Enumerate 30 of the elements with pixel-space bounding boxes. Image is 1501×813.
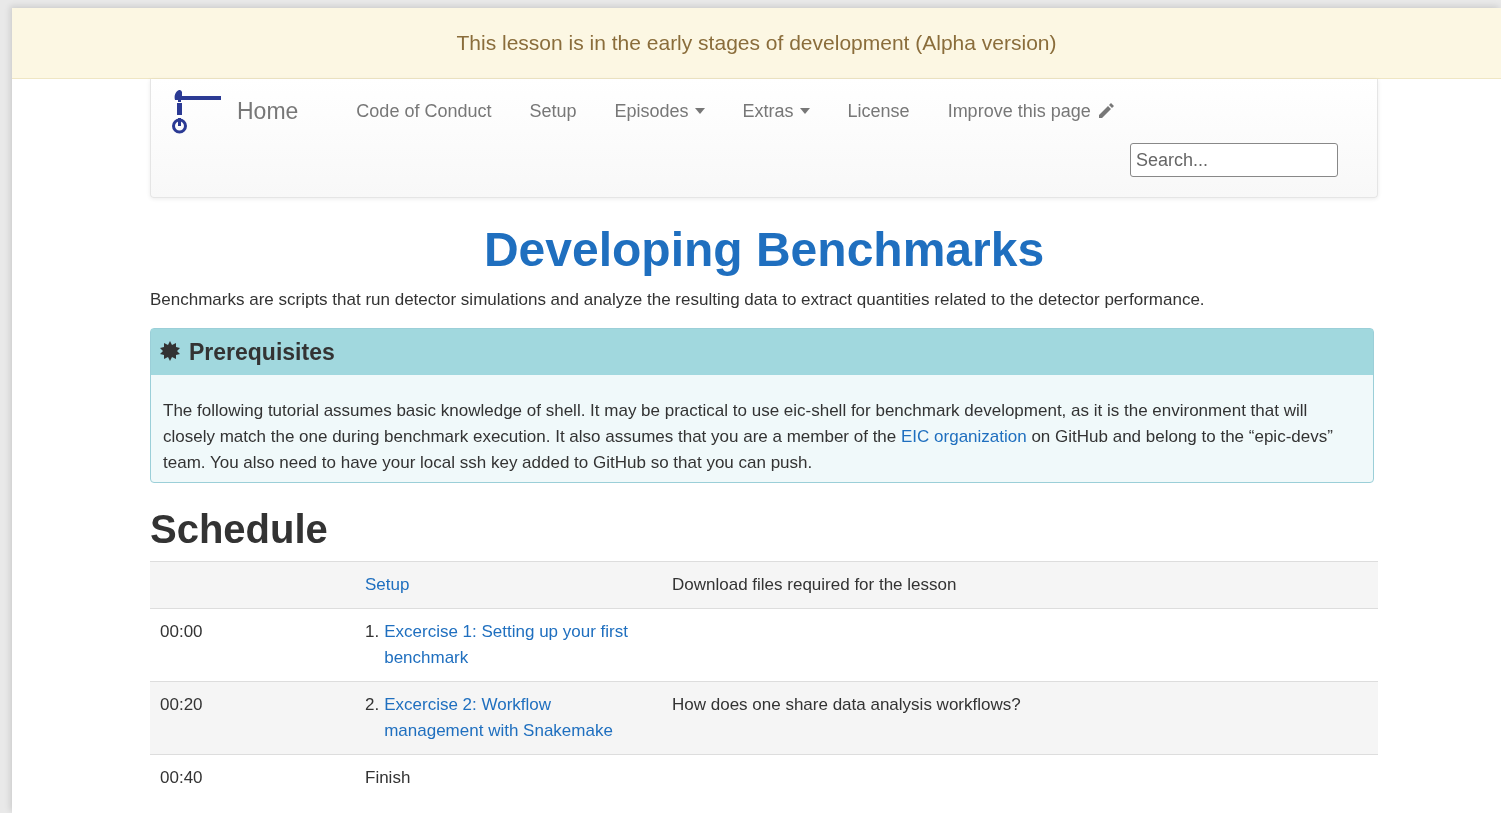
nav-link[interactable]: Extras [723,100,829,122]
starburst-icon [159,341,181,363]
nav-link[interactable]: Code of Conduct [337,100,511,122]
intro-text: Benchmarks are scripts that run detector simulations and analyze the resulting data to extract quantities related to the detector performance. [150,289,1206,311]
pencil-icon [1096,102,1115,120]
page-title: Developing Benchmarks [482,222,1046,278]
time-text: 00:20 [160,695,203,714]
organization-link[interactable]: EIC organization [901,427,1027,446]
question-text: How does one share data analysis workflows? [672,695,1021,714]
episode-link[interactable]: Excercise 2: Workflow management with Snakemake [384,692,652,744]
home-link[interactable]: Home [237,97,318,125]
search-field[interactable]: Search... [1130,143,1338,177]
time-text: 00:00 [160,622,203,641]
nav-link[interactable]: Episodes [595,100,724,122]
question-text: Download files required for the lesson [672,575,957,594]
caret-icon [799,108,810,114]
nav-link[interactable]: License [828,100,929,122]
prerequisites-text: The following tutorial assumes basic knowledge of shell. It may be practical to use eic-shell for benchmark development, as it is the environment that will closely match the one during benchmark execution. It also assumes that you are a member of the EIC organization on GitHub and belong to the “epic-devs” team. You also need to have your local ssh key added to GitHub so that you can push. [162,400,1334,474]
panel-title: Prerequisites [189,338,335,366]
nav-link[interactable]: Improve this page [928,100,1134,122]
episode-number: 1. [365,621,380,643]
episode-number: 2. [365,694,380,716]
schedule-heading: Schedule [150,506,329,553]
nav-link[interactable]: Setup [510,100,596,122]
caret-icon [694,108,705,114]
episode-link[interactable]: Setup [365,572,410,598]
time-text: 00:40 [160,768,203,787]
banner-text: This lesson is in the early stages of development (Alpha version) [456,31,1057,55]
episode-text: Finish [365,767,411,789]
episode-link[interactable]: Excercise 1: Setting up your first benchmark [384,619,652,671]
